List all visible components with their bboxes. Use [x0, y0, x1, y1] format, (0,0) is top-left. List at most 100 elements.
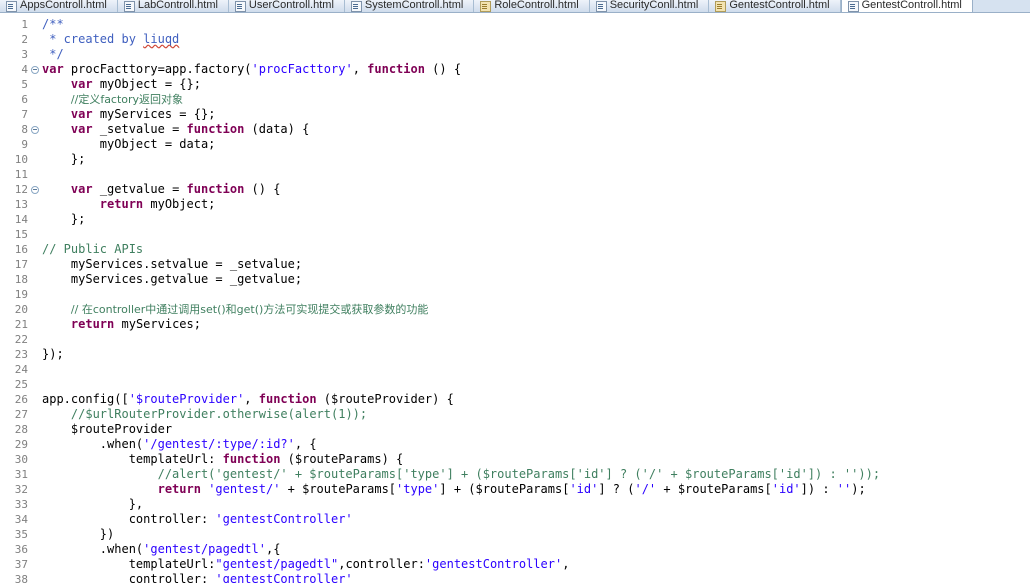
code-token: * created by — [42, 32, 144, 46]
code-line[interactable]: app.config(['$routeProvider', function (… — [42, 392, 1030, 407]
line-number: 14 — [14, 213, 28, 226]
fold-row — [30, 272, 42, 287]
editor-tab[interactable]: SystemControll.html — [344, 0, 475, 12]
html-file-icon — [6, 0, 17, 12]
fold-row — [30, 527, 42, 542]
code-token: .when( — [42, 437, 144, 451]
line-number: 6 — [21, 93, 28, 106]
code-line[interactable]: }) — [42, 527, 1030, 542]
code-editor[interactable]: 1 2 3 4 5 6 7 8 9 10 11 12 13 14 15 16 17 18 19 20 21 22 23 24 2… — [0, 13, 1030, 583]
fold-row — [30, 212, 42, 227]
code-line[interactable] — [42, 362, 1030, 377]
js-file-icon — [847, 0, 859, 12]
code-text-area[interactable]: /** * created by liuqd */var procFacttor… — [42, 13, 1030, 583]
editor-tab[interactable]: RoleControll.html — [474, 0, 590, 12]
code-token: 'gentestController' — [215, 572, 353, 583]
editor-tab[interactable]: GentestControll.html — [840, 0, 973, 12]
code-token: '/' — [634, 482, 657, 496]
line-number: 3 — [21, 48, 28, 61]
code-token: controller: — [42, 572, 216, 583]
fold-row — [30, 17, 42, 32]
line-number: 15 — [14, 228, 28, 241]
code-line[interactable]: controller: 'gentestController' — [42, 572, 1030, 583]
code-line[interactable] — [42, 287, 1030, 302]
code-line[interactable] — [42, 227, 1030, 242]
code-line[interactable]: controller: 'gentestController' — [42, 512, 1030, 527]
editor-tab-label: RoleControll.html — [494, 0, 579, 11]
collapse-fold-icon[interactable] — [31, 126, 39, 134]
code-line[interactable] — [42, 167, 1030, 182]
code-line[interactable]: //alert('gentest/' + $routeParams['type'… — [42, 467, 1030, 482]
code-line[interactable]: .when('/gentest/:type/:id?', { — [42, 437, 1030, 452]
code-token: 'gentestController' — [215, 512, 353, 526]
code-line[interactable]: // Public APIs — [42, 242, 1030, 257]
fold-row — [30, 302, 42, 317]
html-file-icon — [234, 0, 246, 12]
code-line[interactable]: */ — [42, 47, 1030, 62]
line-number: 12 — [14, 183, 28, 196]
editor-tab[interactable]: SecurityConll.html — [589, 0, 710, 12]
code-line[interactable]: // 在controller中通过调用set()和get()方法可实现提交或获取… — [42, 302, 1030, 317]
editor-tab-bar[interactable]: AppsControll.html LabControll.html UserCon… — [0, 0, 1030, 13]
code-line[interactable] — [42, 377, 1030, 392]
code-folding-column[interactable] — [30, 13, 42, 583]
code-line[interactable]: var myObject = {}; — [42, 77, 1030, 92]
fold-row — [30, 107, 42, 122]
editor-tab[interactable]: AppsControll.html — [0, 0, 118, 12]
code-token: '$routeProvider' — [128, 392, 245, 406]
code-line[interactable] — [42, 332, 1030, 347]
code-line[interactable]: var procFacttory=app.factory('procFactto… — [42, 62, 1030, 77]
collapse-fold-icon[interactable] — [31, 186, 39, 194]
code-line[interactable]: //定义factory返回对象 — [42, 92, 1030, 107]
editor-tab[interactable]: UserControll.html — [228, 0, 345, 12]
code-line[interactable]: var myServices = {}; — [42, 107, 1030, 122]
code-token: controller: — [42, 512, 216, 526]
code-line[interactable]: myServices.getvalue = _getvalue; — [42, 272, 1030, 287]
code-line[interactable]: return myObject; — [42, 197, 1030, 212]
code-line[interactable]: }; — [42, 152, 1030, 167]
code-token: }; — [42, 152, 86, 166]
code-line[interactable]: var _setvalue = function (data) { — [42, 122, 1030, 137]
editor-tab[interactable]: LabControll.html — [117, 0, 229, 12]
code-line[interactable]: .when('gentest/pagedtl',{ — [42, 542, 1030, 557]
editor-tab[interactable]: GentestControll.html — [709, 0, 841, 12]
code-line[interactable]: return 'gentest/' + $routeParams['type']… — [42, 482, 1030, 497]
fold-row[interactable] — [30, 182, 42, 197]
code-line[interactable]: * created by liuqd — [42, 32, 1030, 47]
collapse-fold-icon[interactable] — [31, 66, 39, 74]
code-line[interactable]: return myServices; — [42, 317, 1030, 332]
code-token: '/gentest/:type/:id?' — [143, 437, 295, 451]
fold-row — [30, 437, 42, 452]
fold-row[interactable] — [30, 122, 42, 137]
code-token: () { — [244, 182, 281, 196]
code-line[interactable]: templateUrl: function ($routeParams) { — [42, 452, 1030, 467]
code-token: '' — [836, 482, 852, 496]
code-line[interactable]: }); — [42, 347, 1030, 362]
line-number: 18 — [14, 273, 28, 286]
code-line[interactable]: }; — [42, 212, 1030, 227]
code-line[interactable]: /** — [42, 17, 1030, 32]
code-line[interactable]: myObject = data; — [42, 137, 1030, 152]
code-line[interactable]: templateUrl:"gentest/pagedtl",controller… — [42, 557, 1030, 572]
line-number: 34 — [14, 513, 28, 526]
code-token: myServices; — [114, 317, 201, 331]
code-token: templateUrl: — [42, 557, 216, 571]
code-line[interactable]: //$urlRouterProvider.otherwise(alert(1))… — [42, 407, 1030, 422]
code-token: myServices.setvalue = _setvalue; — [42, 257, 303, 271]
fold-row[interactable] — [30, 62, 42, 77]
code-token: 'gentest/' — [208, 482, 281, 496]
line-number: 31 — [14, 468, 28, 481]
fold-row — [30, 197, 42, 212]
fold-row — [30, 332, 42, 347]
code-line[interactable]: var _getvalue = function () { — [42, 182, 1030, 197]
code-line[interactable]: myServices.setvalue = _setvalue; — [42, 257, 1030, 272]
html-file-icon — [595, 0, 607, 12]
code-line[interactable]: $routeProvider — [42, 422, 1030, 437]
code-token: */ — [42, 47, 64, 61]
code-token: }; — [42, 212, 86, 226]
code-token: 'id' — [569, 482, 599, 496]
code-token: .when( — [42, 542, 144, 556]
code-line[interactable]: }, — [42, 497, 1030, 512]
